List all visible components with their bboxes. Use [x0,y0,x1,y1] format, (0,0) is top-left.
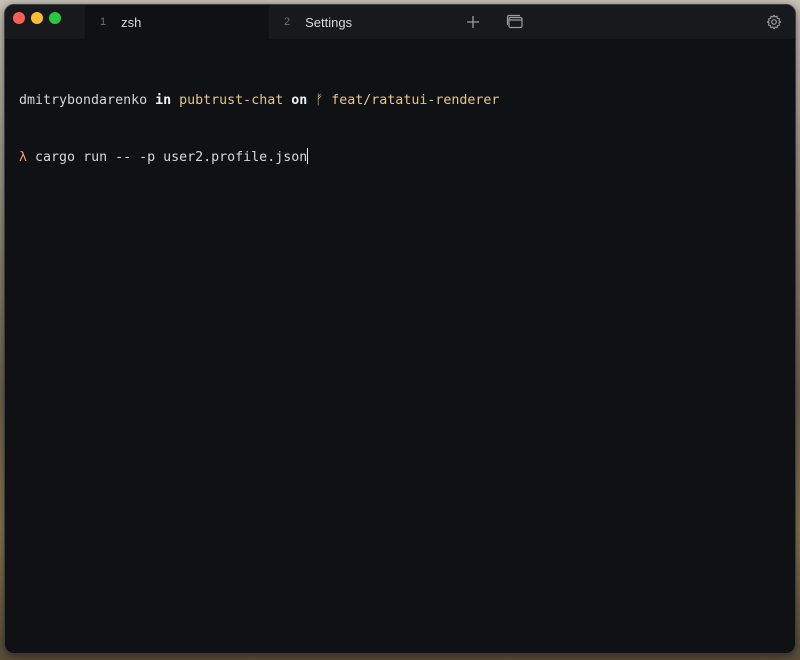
title-bar: 1 zsh 2 Settings [5,5,795,39]
git-branch-icon: ᚠ [315,93,324,108]
prompt-on-keyword: on [291,93,308,108]
command-input[interactable]: cargo run -- -p user2.profile.json [35,150,307,165]
prompt-user: dmitrybondarenko [19,93,148,108]
prompt-line: dmitrybondarenko in pubtrust-chat on ᚠ f… [19,91,795,110]
maximize-window-button[interactable] [49,12,61,24]
prompt-directory: pubtrust-chat [179,93,284,108]
gear-icon[interactable] [765,13,783,31]
prompt-in-keyword: in [155,93,172,108]
tab-zsh[interactable]: 1 zsh [85,5,269,39]
tab-index: 2 [284,16,291,28]
lambda-prompt-symbol: λ [19,150,28,165]
terminal-output[interactable]: dmitrybondarenko in pubtrust-chat on ᚠ f… [5,39,795,653]
tab-index: 1 [100,16,107,28]
command-line[interactable]: λ cargo run -- -p user2.profile.json [19,148,795,167]
close-window-button[interactable] [13,12,25,24]
text-cursor [307,148,309,164]
minimize-window-button[interactable] [31,12,43,24]
terminal-window: 1 zsh 2 Settings dmitrybondarenko in pub… [4,4,796,654]
tab-label: zsh [121,14,142,30]
prompt-branch: feat/ratatui-renderer [331,93,500,108]
plus-icon[interactable] [464,13,482,31]
window-stack-icon[interactable] [506,13,524,31]
tab-label: Settings [305,14,353,30]
tab-settings[interactable]: 2 Settings [269,5,453,39]
